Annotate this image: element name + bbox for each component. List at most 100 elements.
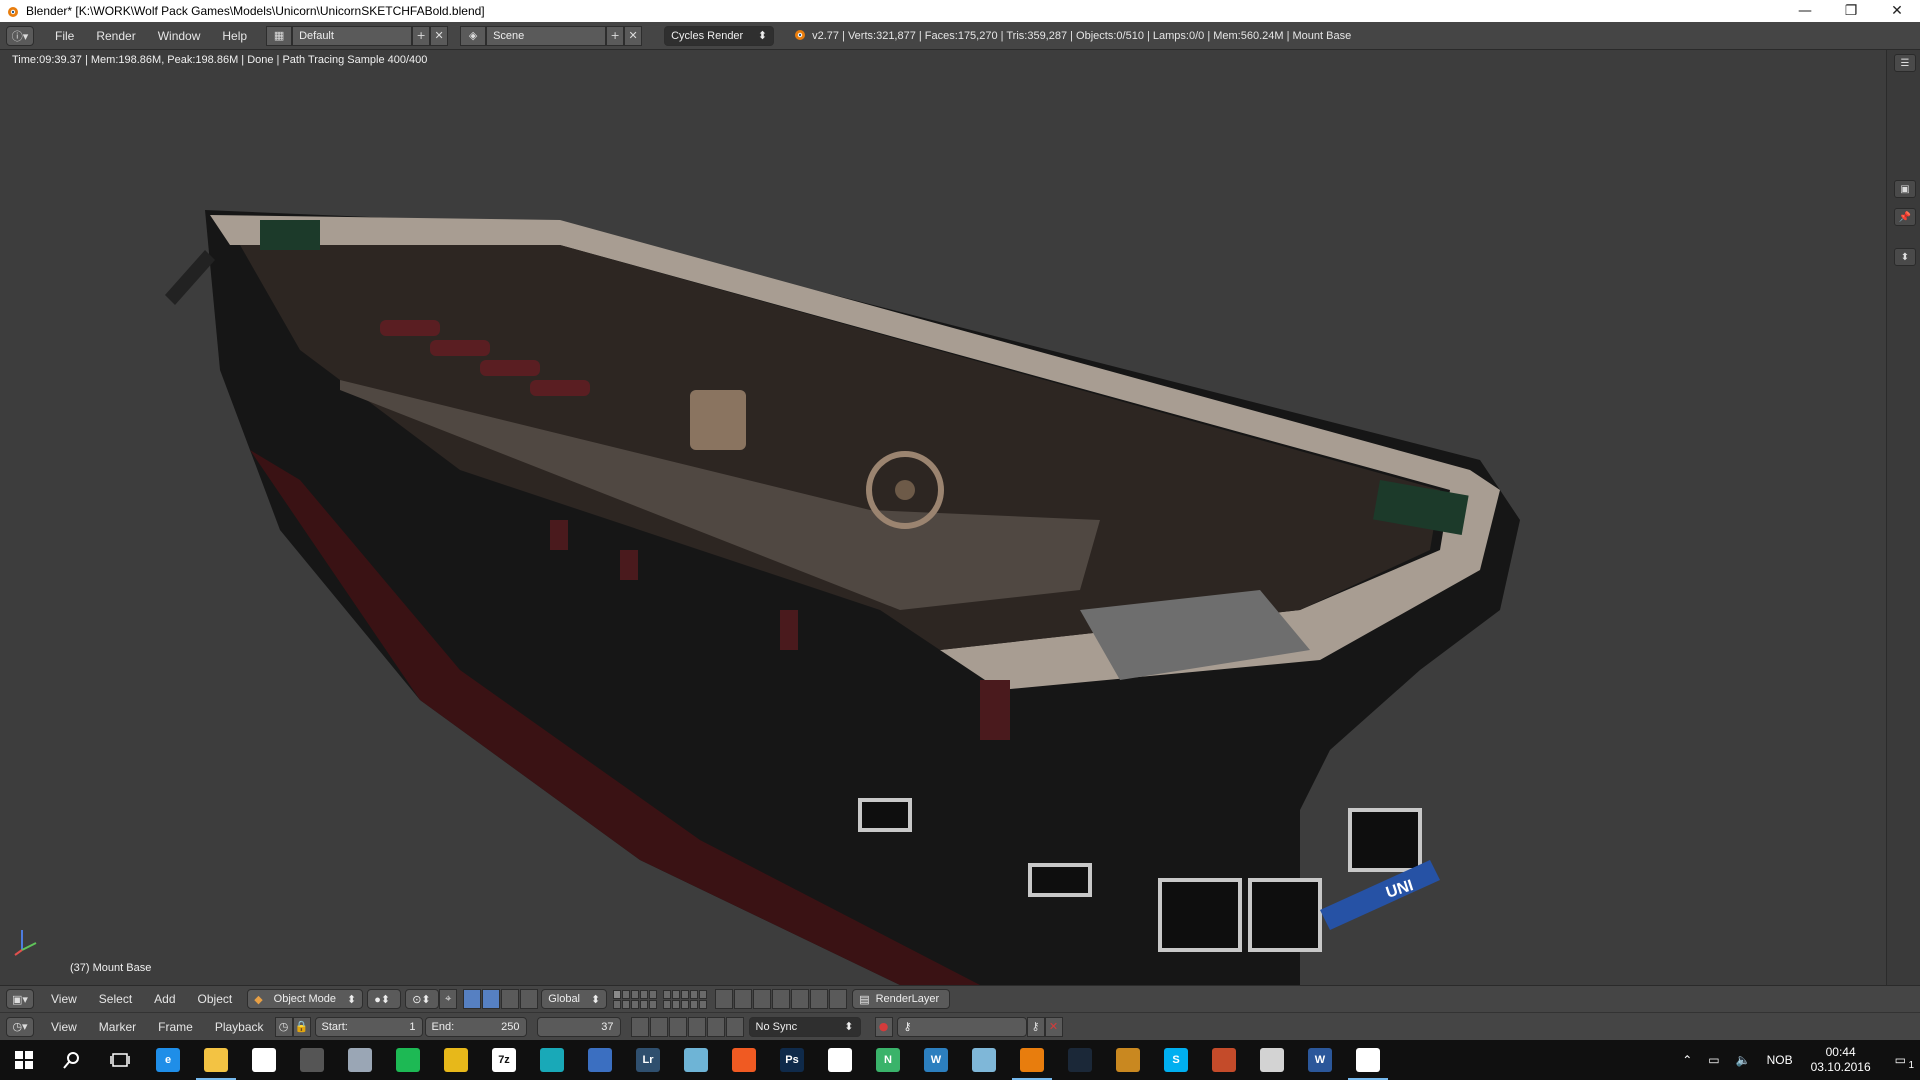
taskbar-button-sketch-app[interactable] [1248,1040,1296,1080]
taskbar-button-steam[interactable] [1056,1040,1104,1080]
scroll-arrows-button[interactable]: ⬍ [1894,248,1916,266]
preview-range-button[interactable]: ◷ [274,1016,293,1037]
action-center-button[interactable]: ▭ 1 [1881,1053,1920,1071]
taskbar-button-start[interactable] [0,1040,48,1080]
translate-manipulator-button[interactable] [463,989,482,1009]
play-button[interactable] [687,1016,706,1037]
keying-set-field[interactable]: ⚷ [896,1016,1027,1037]
properties-editor-button[interactable]: ▣ [1894,180,1916,198]
taskbar-button-paint[interactable] [960,1040,1008,1080]
transform-toggle-button[interactable] [520,989,539,1009]
scene-remove-button[interactable]: ✕ [624,25,643,46]
taskbar-button-pen[interactable] [576,1040,624,1080]
menu-view[interactable]: View [40,1020,88,1034]
orientation-select[interactable]: Global ⬍ [541,989,608,1009]
editor-type-3d-button[interactable]: ▣▾ [6,989,34,1009]
next-keyframe-button[interactable] [706,1016,725,1037]
editor-type-button[interactable]: ⓘ▾ [6,25,34,46]
taskbar-button-steam-alt[interactable] [288,1040,336,1080]
lock-time-button[interactable]: 🔒 [292,1016,311,1037]
menu-marker[interactable]: Marker [88,1020,147,1034]
render-opengl-button[interactable] [791,989,810,1009]
taskbar-button-blender[interactable] [1008,1040,1056,1080]
taskbar-button-7zip[interactable]: 7z [480,1040,528,1080]
taskbar-button-chrome[interactable] [432,1040,480,1080]
render-engine-select[interactable]: Cycles Render ⬍ [664,25,775,46]
taskbar-button-app-arrow[interactable] [336,1040,384,1080]
layout-remove-button[interactable]: ✕ [430,25,449,46]
menu-render[interactable]: Render [85,29,146,43]
taskbar-button-edge[interactable]: e [144,1040,192,1080]
taskbar-button-photos[interactable] [1344,1040,1392,1080]
end-frame-field[interactable]: End: 250 [424,1016,527,1037]
menu-select[interactable]: Select [88,992,143,1006]
taskbar-button-file-explorer[interactable] [192,1040,240,1080]
menu-view[interactable]: View [40,992,88,1006]
rotate-manipulator-button[interactable] [482,989,501,1009]
pin-button[interactable]: 📌 [1894,208,1916,226]
menu-file[interactable]: File [44,29,85,43]
clock[interactable]: 00:44 03.10.2016 [1801,1045,1881,1075]
taskbar-button-maya[interactable] [528,1040,576,1080]
language-indicator[interactable]: NOB [1759,1053,1801,1067]
tray-expand-icon[interactable]: ⌃ [1674,1053,1700,1067]
manipulator-toggle[interactable]: ⌖ [439,989,458,1009]
taskbar-button-origin[interactable] [720,1040,768,1080]
lock-layers-button[interactable] [715,989,734,1009]
taskbar-button-photoshop[interactable]: Ps [768,1040,816,1080]
taskbar-button-game[interactable] [1200,1040,1248,1080]
volume-icon[interactable]: 🔈 [1728,1053,1759,1067]
jump-start-button[interactable] [630,1016,649,1037]
prev-keyframe-button[interactable] [649,1016,668,1037]
layout-name-field[interactable]: Default [292,25,413,46]
scene-add-button[interactable]: + [606,25,625,46]
taskbar-button-eye-app[interactable] [816,1040,864,1080]
network-icon[interactable]: ▭ [1700,1053,1727,1067]
3d-viewport[interactable]: UNI Time:09:39.37 | Mem:198.86M, Peak:19… [0,50,1886,985]
auto-keyframe-button[interactable]: ● [874,1016,893,1037]
insert-keyframe-button[interactable]: ⚷ [1026,1016,1045,1037]
pause-render-button[interactable] [829,989,848,1009]
taskbar-button-word[interactable]: W [1296,1040,1344,1080]
layout-add-button[interactable]: + [412,25,431,46]
shading-select[interactable]: ●⬍ [367,989,402,1009]
taskbar-button-search[interactable] [48,1040,96,1080]
menu-help[interactable]: Help [211,29,258,43]
current-frame-field[interactable]: 37 [536,1016,621,1037]
menu-playback[interactable]: Playback [204,1020,275,1034]
restore-button[interactable]: ❐ [1828,0,1874,22]
render-anim-button[interactable] [810,989,829,1009]
proportional-edit-button[interactable] [734,989,753,1009]
snap-element-button[interactable] [772,989,791,1009]
jump-end-button[interactable] [725,1016,744,1037]
taskbar-button-lightroom[interactable]: Lr [624,1040,672,1080]
taskbar-button-task-view[interactable] [96,1040,144,1080]
close-button[interactable]: ✕ [1874,0,1920,22]
taskbar-button-archive[interactable] [1104,1040,1152,1080]
taskbar-button-skype[interactable]: S [1152,1040,1200,1080]
taskbar-button-store[interactable] [240,1040,288,1080]
scene-name-field[interactable]: Scene [486,25,607,46]
taskbar-button-spotify[interactable] [384,1040,432,1080]
menu-frame[interactable]: Frame [147,1020,204,1034]
editor-type-timeline-button[interactable]: ◷▾ [6,1016,34,1037]
outliner-editor-button[interactable]: ☰ [1894,54,1916,72]
menu-object[interactable]: Object [187,992,244,1006]
layers-grid-b[interactable] [663,989,708,1009]
taskbar-button-notes[interactable] [672,1040,720,1080]
render-layer-select[interactable]: ▤ RenderLayer [852,989,951,1009]
scale-manipulator-button[interactable] [501,989,520,1009]
menu-add[interactable]: Add [143,992,186,1006]
pivot-select[interactable]: ⊙⬍ [405,989,440,1009]
taskbar-button-wordpress[interactable]: W [912,1040,960,1080]
mode-select[interactable]: ◆ Object Mode ⬍ [247,989,364,1009]
delete-keyframe-button[interactable]: ✕ [1044,1016,1063,1037]
play-reverse-button[interactable] [668,1016,687,1037]
sync-mode-select[interactable]: No Sync ⬍ [748,1016,861,1037]
taskbar-button-n-app[interactable]: N [864,1040,912,1080]
layout-browse-button[interactable]: ▦ [266,25,293,46]
start-frame-field[interactable]: Start: 1 [314,1016,423,1037]
minimize-button[interactable]: — [1782,0,1828,22]
layers-grid-a[interactable] [613,989,658,1009]
scene-browse-button[interactable]: ◈ [460,25,487,46]
